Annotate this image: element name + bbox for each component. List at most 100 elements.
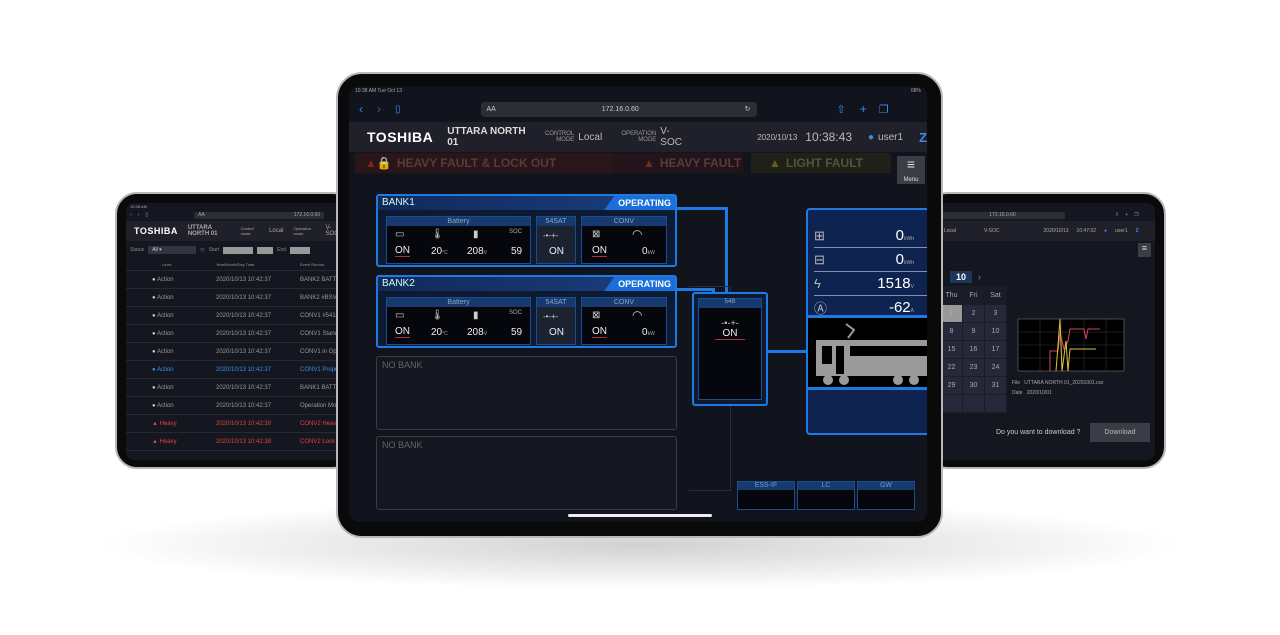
fault-lockout-label: HEAVY FAULT & LOCK OUT — [396, 156, 557, 170]
log-event: CONV1 #5413 — [300, 312, 340, 319]
log-row[interactable]: ● Action 2020/10/13 10:42:37 CONV1 Stand — [126, 325, 340, 343]
back-icon[interactable]: ‹ — [359, 102, 363, 116]
calendar-day[interactable]: 10 — [984, 322, 1007, 341]
address-bar[interactable]: 172.16.0.60 — [940, 211, 1065, 219]
calendar-day[interactable]: 24 — [984, 358, 1007, 377]
text-size-button[interactable]: AA — [198, 212, 205, 219]
bus-line — [677, 207, 727, 210]
calendar-day[interactable]: 29 — [940, 376, 963, 395]
reading-value: 0 — [895, 251, 904, 268]
module-lc[interactable]: LC — [797, 481, 855, 510]
warning-icon: ▲ — [769, 156, 781, 170]
feeder-panel: ⊞ 0kWh ⊟ 0kWh ϟ 1518V Ⓐ -62A — [806, 208, 927, 435]
reload-icon[interactable]: ↻ — [745, 105, 751, 113]
log-event: CONV2 Heav — [300, 420, 337, 427]
start-time-select[interactable] — [257, 246, 274, 254]
bank-panel[interactable]: BANK2 OPERATING Battery ▭ 🌡 ▮ SOC ON 20°C… — [376, 275, 677, 348]
user-icon[interactable]: ● — [868, 132, 874, 143]
calendar-day[interactable]: 2 — [962, 304, 985, 323]
calendar-day[interactable]: 17 — [984, 340, 1007, 359]
download-button[interactable]: Download — [1090, 423, 1150, 442]
power-unit: kW — [647, 331, 655, 337]
home-indicator[interactable] — [568, 514, 712, 517]
file-name: UTTARA NORTH 01_20201001.csv — [1024, 380, 1104, 386]
check-circle-icon: ● — [152, 294, 156, 301]
calendar-day[interactable] — [984, 394, 1007, 413]
tabs-icon[interactable]: ❐ — [879, 103, 889, 116]
calendar-day[interactable]: 8 — [940, 322, 963, 341]
address-bar[interactable]: AA 172.16.0.60 — [194, 211, 325, 219]
sync-icon[interactable]: Z — [919, 130, 927, 145]
log-time: 2020/10/13 10:42:37 — [216, 294, 272, 301]
date-text: 2020/10/13 — [757, 132, 798, 142]
calendar-day[interactable]: 22 — [940, 358, 963, 377]
calendar-day[interactable]: 31 — [984, 376, 1007, 395]
forward-icon[interactable]: › — [138, 212, 140, 218]
log-row[interactable]: ● Action 2020/10/13 10:42:37 BANK1 BATT — [126, 379, 340, 397]
calendar-day[interactable] — [940, 394, 963, 413]
calendar-day[interactable]: 9 — [962, 322, 985, 341]
bookmarks-icon[interactable]: ▯ — [145, 212, 148, 218]
download-prompt: Do you want to download ? — [996, 429, 1081, 436]
new-tab-icon[interactable]: + — [860, 102, 867, 116]
back-icon[interactable]: ‹ — [130, 212, 132, 218]
module-gw[interactable]: GW — [857, 481, 915, 510]
share-icon[interactable]: ⇧ — [837, 103, 846, 116]
forward-icon[interactable]: › — [377, 102, 381, 116]
log-event: CONV2 Lock — [300, 438, 336, 445]
log-row[interactable]: ● Action 2020/10/13 10:42:37 BANK2 BATT — [126, 271, 340, 289]
module-ess-if[interactable]: ESS-IF — [737, 481, 795, 510]
log-row[interactable]: ● Action 2020/10/13 10:42:37 Operation Mo — [126, 397, 340, 415]
heavy-fault-icon: ▲ — [152, 438, 158, 445]
calendar-day[interactable]: 15 — [940, 340, 963, 359]
bank-panel[interactable]: BANK1 OPERATING Battery ▭ 🌡 ▮ SOC ON 20°C… — [376, 194, 677, 267]
text-size-button[interactable]: AA — [487, 106, 496, 113]
share-icon[interactable]: ⇧ — [1115, 212, 1119, 218]
calendar-day[interactable] — [962, 394, 985, 413]
user-icon[interactable]: ● — [1104, 228, 1107, 234]
log-row[interactable]: ● Action 2020/10/13 10:42:37 CONV1 Prope — [126, 361, 340, 379]
control-mode-value: Local — [269, 228, 284, 234]
address-bar[interactable]: AA 172.16.0.60 ↻ — [480, 101, 757, 117]
calendar-day[interactable]: 23 — [962, 358, 985, 377]
sat-label: 54SAT — [537, 217, 575, 226]
user-name: user1 — [1115, 228, 1128, 234]
log-level: Action — [156, 312, 174, 319]
voltage-icon: ▮ — [473, 310, 479, 321]
calendar-day[interactable]: 30 — [962, 376, 985, 395]
end-date-select[interactable] — [290, 246, 311, 254]
calendar-day[interactable]: 1 — [940, 304, 963, 323]
bank-name: BANK2 — [382, 278, 415, 289]
app-header: Local V-SOC 2020/10/13 10:47:02 ● user1 Z — [940, 221, 1155, 241]
weekday-header: Thu — [940, 286, 963, 305]
converter-icon: ⊠ — [592, 310, 601, 321]
fault-heavy-label: HEAVY FAULT — [659, 156, 742, 170]
event-log-screen: 10:38 AM ‹ › ▯ AA 172.16.0.60 TOSHIBA UTTAR… — [126, 203, 340, 460]
next-month-icon[interactable]: › — [978, 272, 981, 282]
log-row[interactable]: ● Action 2020/10/13 10:42:37 BANK2 #BSV — [126, 289, 340, 307]
log-row[interactable]: ● Action 2020/10/13 10:42:37 CONV1 in Op — [126, 343, 340, 361]
log-row[interactable]: ▲ Heavy 2020/10/13 10:42:30 CONV2 Heav — [126, 415, 340, 433]
battery-state: ON — [395, 245, 410, 257]
start-date-select[interactable] — [223, 246, 254, 254]
log-row[interactable]: ▲ Heavy 2020/10/13 10:42:38 CONV2 Lock — [126, 433, 340, 451]
calendar-day[interactable]: 16 — [962, 340, 985, 359]
control-mode-label: CONTROL MODE — [544, 131, 575, 143]
new-tab-icon[interactable]: + — [1125, 212, 1128, 218]
status-filter-select[interactable]: All ▾ — [148, 246, 197, 254]
menu-button[interactable]: ≡ — [1138, 243, 1151, 257]
log-level: Action — [156, 330, 174, 337]
heavy-fault-icon: ▲ — [152, 420, 158, 427]
warning-icon: ▲ — [643, 156, 655, 170]
voltage-unit: V — [483, 250, 488, 256]
breaker-54b[interactable]: 54B -•-+- ON — [692, 292, 768, 406]
sync-icon[interactable]: Z — [1136, 228, 1139, 234]
log-table: ● Action 2020/10/13 10:42:37 BANK2 BATT ● A… — [126, 271, 340, 451]
sat-label: 54SAT — [537, 298, 575, 307]
calendar-day[interactable]: 3 — [984, 304, 1007, 323]
bookmarks-icon[interactable]: ▯ — [395, 104, 401, 115]
menu-button[interactable]: ≡ Menu — [897, 156, 925, 184]
tabs-icon[interactable]: ❐ — [1134, 212, 1138, 218]
log-row[interactable]: ● Action 2020/10/13 10:42:37 CONV1 #5413 — [126, 307, 340, 325]
no-bank-slot: NO BANK — [376, 356, 677, 430]
